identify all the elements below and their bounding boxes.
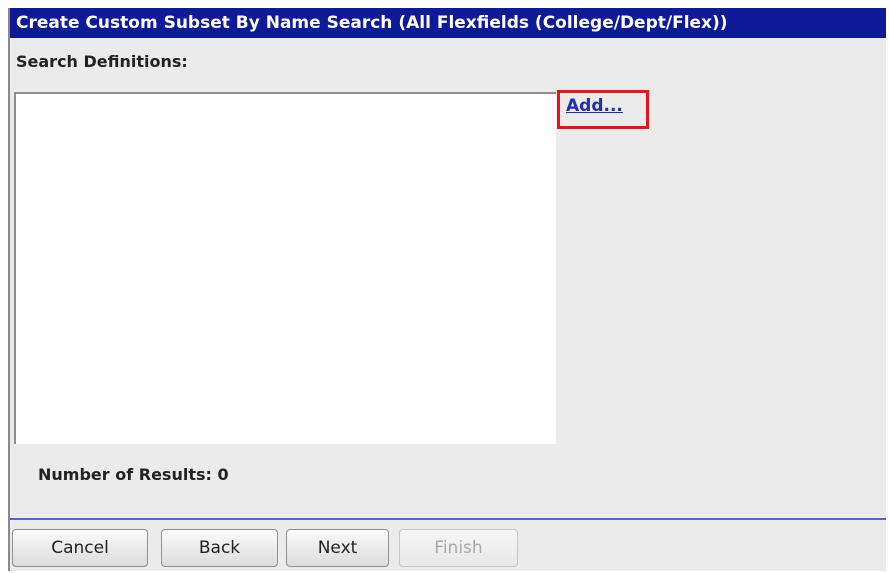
add-link[interactable]: Add... [566, 96, 623, 116]
search-definitions-list[interactable] [14, 92, 556, 444]
dialog-title: Create Custom Subset By Name Search (All… [10, 8, 886, 38]
search-definitions-label: Search Definitions: [16, 52, 188, 71]
number-of-results-label: Number of Results: 0 [38, 465, 229, 484]
create-custom-subset-dialog: Create Custom Subset By Name Search (All… [8, 8, 886, 571]
finish-button: Finish [399, 529, 518, 567]
next-button[interactable]: Next [286, 529, 389, 567]
back-button[interactable]: Back [161, 529, 278, 567]
footer-divider [10, 518, 886, 520]
cancel-button[interactable]: Cancel [12, 529, 148, 567]
